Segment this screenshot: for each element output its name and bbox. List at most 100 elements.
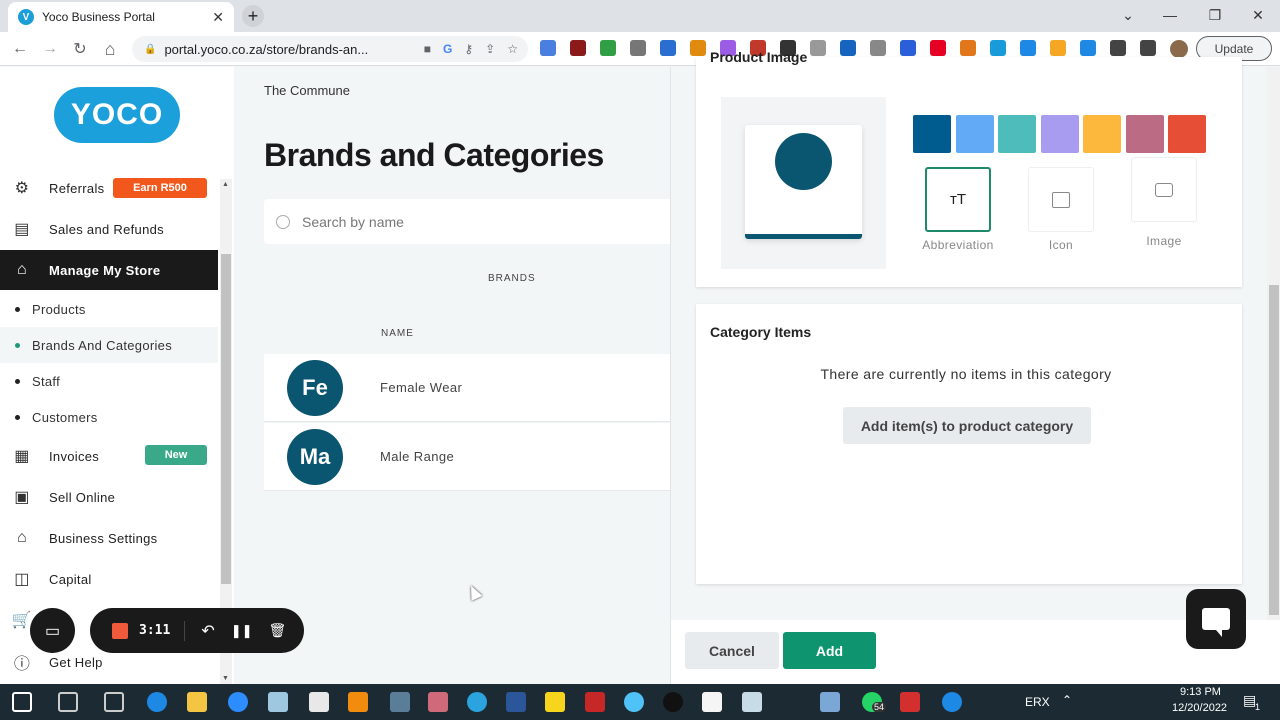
video-camera-icon[interactable]: ▭ [30,608,75,653]
link-ext-icon[interactable] [990,40,1006,56]
color-swatch[interactable] [998,115,1036,153]
screen-recorder-icon[interactable] [585,692,605,712]
task-view-icon[interactable] [104,692,124,712]
zoom-icon[interactable] [228,692,248,712]
search-box[interactable] [264,199,670,244]
sidebar-item-manage-my-store[interactable]: ⌂ Manage My Store [0,250,218,290]
windows-start-icon[interactable] [12,692,32,712]
earn-badge[interactable]: Earn R500 [113,178,207,198]
icon-option[interactable] [1028,167,1094,232]
stock-ticker[interactable]: ERX [1025,695,1050,709]
tiktok-icon[interactable] [663,692,683,712]
star-icon[interactable]: ☆ [507,42,518,56]
acrobat-icon[interactable] [900,692,920,712]
sidebar-subitem-customers[interactable]: Customers [0,399,218,435]
snipping-icon[interactable] [428,692,448,712]
home-button[interactable]: ⌂ [98,37,122,61]
chat-button[interactable] [1186,589,1246,649]
close-tab-icon[interactable]: ✕ [212,9,224,26]
color-swatch[interactable] [1083,115,1121,153]
sidebar-subitem-products[interactable]: Products [0,291,218,327]
d-ext-icon[interactable] [900,40,916,56]
word-icon[interactable] [506,692,526,712]
file-explorer-icon[interactable] [187,692,207,712]
g-ext-icon[interactable] [1020,40,1036,56]
color-swatch[interactable] [1040,115,1079,153]
abbreviation-option[interactable]: тT [925,167,991,232]
vlc-icon[interactable] [348,692,368,712]
cancel-button[interactable]: Cancel [685,632,779,669]
half-moon-ext-icon[interactable] [690,40,706,56]
yoco-logo[interactable]: YOCO [54,87,180,143]
search-icon[interactable] [58,692,78,712]
m-ext-icon[interactable] [1050,40,1066,56]
address-bar[interactable]: 🔒 portal.yoco.co.za/store/brands-an... ■… [132,36,528,62]
clock-date[interactable]: 12/20/2022 [1172,702,1227,714]
close-window-button[interactable]: ✕ [1238,0,1278,30]
stop-recording-button[interactable] [112,622,128,639]
sticky-notes-icon[interactable] [545,692,565,712]
profile-avatar[interactable] [1170,40,1188,58]
add-items-button[interactable]: Add item(s) to product category [843,407,1091,444]
chrome-icon[interactable] [309,692,329,712]
24-icon[interactable] [624,692,644,712]
color-swatch[interactable] [955,115,994,153]
sidebar-subitem-staff[interactable]: Staff [0,363,218,399]
new-tab-button[interactable]: + [242,5,264,27]
search-input[interactable] [302,213,642,230]
calculator-icon[interactable] [390,692,410,712]
video-icon[interactable]: ■ [424,42,431,56]
edge-icon[interactable] [147,692,167,712]
drive-ext-icon[interactable] [600,40,616,56]
audio-ext-icon[interactable] [570,40,586,56]
network-icon[interactable] [820,692,840,712]
blank-file-icon[interactable] [702,692,722,712]
sidebar-item-sell-online[interactable]: ▣ Sell Online [0,477,218,517]
scroll-down-icon[interactable]: ▼ [222,675,229,682]
sidebar-subitem-brands-and-categories[interactable]: Brands And Categories [0,327,218,363]
scrollbar-thumb[interactable] [1269,285,1279,615]
color-swatch[interactable] [913,115,951,153]
color-swatch[interactable] [1168,115,1206,153]
tab-search-icon[interactable]: ⌄ [1108,0,1148,30]
sidebar-item-capital[interactable]: ◫ Capital [0,559,218,599]
table-row[interactable]: Ma Male Range [264,423,670,491]
scroll-up-icon[interactable]: ▲ [222,181,229,188]
paint-icon[interactable] [742,692,762,712]
download-ext-icon[interactable] [1080,40,1096,56]
scrollbar-thumb[interactable] [221,254,231,584]
meet-ext-icon[interactable] [660,40,676,56]
minimize-button[interactable]: — [1150,0,1190,30]
pinterest-ext-icon[interactable] [930,40,946,56]
screen-ext-icon[interactable] [630,40,646,56]
table-row[interactable]: Fe Female Wear [264,354,670,422]
undo-icon[interactable]: ↶ [201,621,214,641]
share-icon[interactable]: ⇪ [485,42,495,56]
color-swatch[interactable] [1125,115,1164,153]
image-option[interactable] [1131,157,1197,222]
notepad-icon[interactable] [268,692,288,712]
blue-square-ext-icon[interactable] [840,40,856,56]
restore-button[interactable]: ❐ [1195,0,1235,30]
brands-tab-header[interactable]: BRANDS [488,273,536,284]
browser-tab[interactable]: V Yoco Business Portal ✕ [8,2,234,32]
fox-ext-icon[interactable] [960,40,976,56]
pause-icon[interactable]: ❚❚ [231,623,253,639]
puzzle-ext-icon[interactable] [1110,40,1126,56]
sidebar-item-sales-and-refunds[interactable]: ▤ Sales and Refunds [0,209,218,249]
code-ext-icon[interactable] [810,40,826,56]
tray-chevron-icon[interactable]: ⌃ [1062,693,1072,707]
sidepanel-ext-icon[interactable] [1140,40,1156,56]
sidebar-item-business-settings[interactable]: ⌂ Business Settings [0,518,218,558]
add-button[interactable]: Add [783,632,876,669]
google-icon[interactable]: G [443,42,452,56]
telegram-icon[interactable] [467,692,487,712]
translate-ext-icon[interactable] [540,40,556,56]
back-button[interactable]: ← [8,37,32,61]
clock-time[interactable]: 9:13 PM [1180,686,1221,698]
drawer-scrollbar[interactable] [1267,67,1280,620]
key-icon[interactable]: ⚷ [464,42,473,56]
reload-button[interactable]: ↻ [68,37,92,61]
help-icon[interactable] [942,692,962,712]
tag-ext-icon[interactable] [870,40,886,56]
